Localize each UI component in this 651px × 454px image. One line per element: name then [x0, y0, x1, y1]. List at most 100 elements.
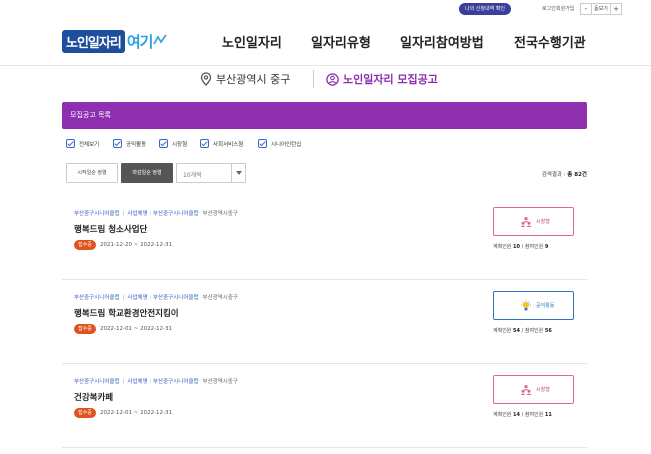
filter-market[interactable]: 시장형 — [155, 139, 187, 148]
category-label: 시장형 — [536, 219, 550, 225]
checkbox-checked-icon[interactable] — [159, 139, 168, 148]
region-selector[interactable]: 부산광역시 중구 — [200, 71, 290, 87]
category-label: 시장형 — [536, 387, 550, 393]
section-title-text: 노인일자리 모집공고 — [343, 73, 438, 86]
page-size-value: 10개씩 — [183, 172, 202, 179]
sort-bar: 시작일순 정렬 마감일순 정렬 10개씩 검색결과 : 총 82건 — [66, 163, 587, 185]
job-meta: 부산중구시니어클럽 | 사업체명 : 부산중구시니어클럽 부산광역시중구 — [74, 209, 238, 217]
joined-count: 11 — [544, 412, 552, 418]
status-badge: 접수중 — [74, 408, 96, 418]
job-place: 부산광역시중구 — [202, 295, 238, 301]
job-place: 부산광역시중구 — [202, 379, 238, 385]
logo-main-text: 노인일자리 — [62, 29, 125, 53]
people-group-icon — [520, 217, 532, 227]
planned-count: 10 — [513, 244, 520, 250]
planned-label: 계획인원 — [493, 412, 512, 418]
nav-senior-jobs[interactable]: 노인일자리 — [222, 32, 282, 51]
location-divider — [313, 70, 314, 88]
nav-how-to-join[interactable]: 일자리참여방법 — [400, 32, 484, 51]
people-group-icon — [520, 385, 532, 395]
utility-bar: 나의 신청내역 확인 로그인 회원가입 - 돋보기 + — [0, 0, 651, 18]
joined-label: 참여인원 — [524, 244, 544, 250]
filter-label: 전체보기 — [79, 141, 100, 148]
job-org[interactable]: 부산중구시니어클럽 — [74, 379, 120, 385]
planned-label: 계획인원 — [493, 328, 512, 334]
category-filters: 전체보기 공익활동 시장형 사회서비스형 시니어인턴십 — [62, 139, 587, 151]
filter-public[interactable]: 공익활동 — [109, 139, 146, 148]
job-row[interactable]: 부산중구시니어클럽 | 사업체명 : 부산중구시니어클럽 부산광역시중구 행복드림 학… — [62, 280, 587, 364]
category-badge[interactable]: 공익활동 — [493, 291, 574, 320]
nav-agencies[interactable]: 전국수행기관 — [514, 32, 586, 51]
job-title[interactable]: 행복드림 학교환경안전지킴이 — [74, 307, 179, 319]
job-meta: 부산중구시니어클럽 | 사업체명 : 부산중구시니어클럽 부산광역시중구 — [74, 293, 238, 301]
result-prefix: 검색결과 : — [541, 172, 566, 178]
zoom-label: 돋보기 — [592, 3, 610, 15]
lightbulb-icon — [521, 300, 531, 311]
job-row[interactable]: 부산중구시니어클럽 | 사업체명 : 부산중구시니어클럽 부산광역시중구 행복드림 청… — [62, 196, 587, 280]
job-row[interactable]: 부산중구시니어클럽 | 사업체명 : 부산중구시니어클럽 부산광역시중구 건강복카페 … — [62, 364, 587, 448]
checkbox-checked-icon[interactable] — [200, 139, 209, 148]
job-place: 부산광역시중구 — [202, 211, 238, 217]
job-period: 2022-12-01 ~ 2022-12-31 — [100, 326, 173, 332]
job-period: 2021-12-20 ~ 2022-12-31 — [100, 242, 173, 248]
job-org[interactable]: 부산중구시니어클럽 — [74, 295, 120, 301]
planned-label: 계획인원 — [493, 244, 512, 250]
joined-count: 56 — [544, 328, 552, 334]
filter-label: 시니어인턴십 — [271, 141, 302, 148]
filter-all[interactable]: 전체보기 — [62, 139, 99, 148]
job-meta: 부산중구시니어클럽 | 사업체명 : 부산중구시니어클럽 부산광역시중구 — [74, 377, 238, 385]
headcount: 계획인원 54 / 참여인원 56 — [493, 327, 552, 334]
filter-social-service[interactable]: 사회서비스형 — [196, 139, 243, 148]
banner-title: 모집공고 목록 — [70, 111, 111, 119]
planned-count: 14 — [513, 412, 520, 418]
job-business: 사업체명 : 부산중구시니어클럽 — [127, 295, 199, 301]
planned-count: 54 — [513, 328, 520, 334]
filter-label: 공익활동 — [126, 141, 147, 148]
my-application-button[interactable]: 나의 신청내역 확인 — [459, 3, 511, 15]
headcount: 계획인원 14 / 참여인원 11 — [493, 411, 552, 418]
location-bar: 부산광역시 중구 노인일자리 모집공고 — [0, 66, 651, 92]
filter-senior-intern[interactable]: 시니어인턴십 — [254, 139, 301, 148]
section-title: 노인일자리 모집공고 — [326, 71, 438, 87]
joined-label: 참여인원 — [524, 412, 544, 418]
meta-separator: | — [122, 211, 125, 217]
category-badge[interactable]: 시장형 — [493, 375, 574, 404]
job-business: 사업체명 : 부산중구시니어클럽 — [127, 211, 199, 217]
result-count: 검색결과 : 총 82건 — [542, 170, 587, 178]
user-circle-icon — [326, 72, 339, 86]
logo-mark-icon — [153, 34, 168, 49]
result-total: 총 82건 — [567, 172, 587, 178]
checkbox-checked-icon[interactable] — [66, 139, 75, 148]
category-label: 공익활동 — [536, 303, 555, 309]
checkbox-checked-icon[interactable] — [258, 139, 267, 148]
job-title[interactable]: 건강복카페 — [74, 391, 113, 403]
job-org[interactable]: 부산중구시니어클럽 — [74, 211, 120, 217]
zoom-in-button[interactable]: + — [610, 3, 622, 15]
job-title[interactable]: 행복드림 청소사업단 — [74, 223, 147, 235]
joined-count: 9 — [544, 244, 549, 250]
site-logo[interactable]: 노인일자리 여기 — [62, 29, 168, 53]
signup-link[interactable]: 회원가입 — [556, 4, 574, 14]
page-size-select[interactable]: 10개씩 — [176, 163, 246, 183]
login-link[interactable]: 로그인 — [542, 4, 556, 14]
status-badge: 접수중 — [74, 240, 96, 250]
logo-sub-text: 여기 — [126, 32, 154, 51]
chevron-down-icon[interactable] — [231, 164, 245, 182]
sort-end-date-button[interactable]: 마감일순 정렬 — [121, 163, 173, 183]
sort-start-date-button[interactable]: 시작일순 정렬 — [66, 163, 118, 183]
nav-job-types[interactable]: 일자리유형 — [311, 32, 371, 51]
meta-separator: | — [122, 379, 125, 385]
meta-separator: | — [122, 295, 125, 301]
zoom-out-button[interactable]: - — [580, 3, 592, 15]
headcount: 계획인원 10 / 참여인원 9 — [493, 243, 548, 250]
joined-label: 참여인원 — [524, 328, 544, 334]
filter-label: 시장형 — [172, 141, 188, 148]
category-badge[interactable]: 시장형 — [493, 207, 574, 236]
site-header: 노인일자리 여기 노인일자리 일자리유형 일자리참여방법 전국수행기관 — [0, 18, 651, 66]
job-period: 2022-12-01 ~ 2022-12-31 — [100, 410, 173, 416]
region-label: 부산광역시 중구 — [216, 73, 291, 86]
checkbox-checked-icon[interactable] — [113, 139, 122, 148]
list-banner: 모집공고 목록 — [62, 102, 587, 129]
status-badge: 접수중 — [74, 324, 96, 334]
job-business: 사업체명 : 부산중구시니어클럽 — [127, 379, 199, 385]
